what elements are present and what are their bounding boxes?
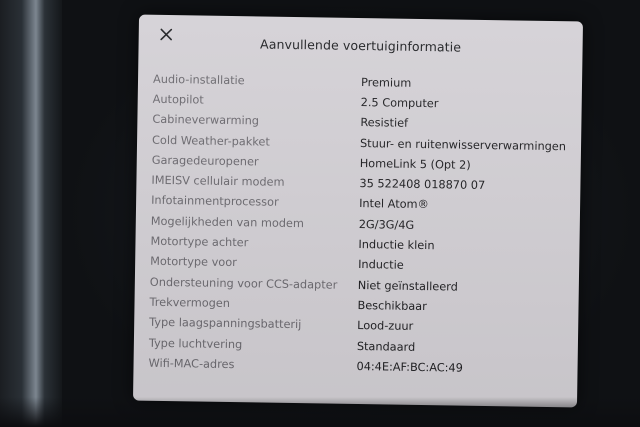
info-value: Intel Atom® [359,197,429,212]
info-label: Motortype voor [150,255,237,270]
info-label: Motortype achter [150,234,249,250]
info-value: Resistief [360,116,409,131]
screen-bottom-edge [0,397,640,427]
info-value: Niet geïnstalleerd [357,278,458,294]
info-label: Type laagspanningsbatterij [149,315,302,332]
info-label: Autopilot [152,92,204,107]
info-label: Ondersteuning voor CCS-adapter [149,275,338,292]
info-value: Inductie [358,258,404,273]
info-value: HomeLink 5 (Opt 2) [359,156,471,172]
info-label: Cold Weather-pakket [151,133,270,149]
vehicle-info-dialog: Aanvullende voertuiginformatie Audio-ins… [132,14,584,408]
info-value: Beschikbaar [357,298,427,313]
info-label: Mogelijkheden van modem [150,214,305,230]
dialog-title: Aanvullende voertuiginformatie [259,36,462,55]
info-value: 35 522408 018870 07 [359,177,486,193]
info-value: Standaard [356,339,416,354]
info-label: Type luchtvering [148,336,243,351]
info-label: IMEISV cellulair modem [151,173,285,189]
info-label: Wifi-MAC-adres [148,356,235,371]
info-label: Garagedeuropener [151,153,259,169]
info-list: Audio-installatie Premium Autopilot 2.5 … [148,69,573,380]
info-value: 2G/3G/4G [358,217,415,232]
info-label: Cabineverwarming [152,112,260,128]
info-label: Trekvermogen [149,295,231,310]
info-value: Stuur- en ruitenwisserverwarmingen [359,136,567,153]
info-value: Lood-zuur [357,319,414,334]
info-label: Infotainmentprocessor [151,194,279,210]
info-label: Audio-installatie [152,72,245,87]
info-value: 2.5 Computer [360,95,439,111]
screen-bezel [0,0,62,427]
info-value: Premium [360,75,412,90]
info-value: 04:4E:AF:BC:AC:49 [356,359,463,375]
info-value: Inductie klein [358,238,435,253]
